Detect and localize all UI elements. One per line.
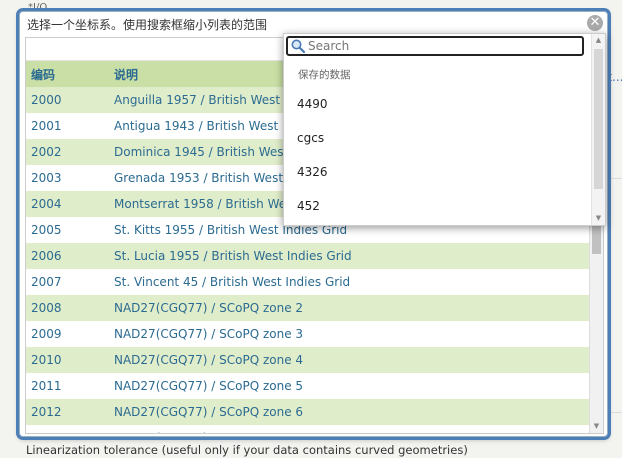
crs-code: 2006 — [31, 249, 62, 263]
crs-description: NAD27(CGQ77) / SCoPQ zone 2 — [114, 301, 304, 315]
table-row[interactable]: 2013NAD27(CGQ77) / SCoPQ zone 7 — [26, 425, 603, 433]
scrollbar-thumb[interactable] — [592, 226, 601, 254]
saved-data-section-label: 保存的数据 — [298, 69, 351, 81]
crs-code: 2013 — [26, 431, 110, 433]
crs-code: 2000 — [31, 93, 62, 107]
crs-description: NAD27(CGQ77) / SCoPQ zone 6 — [114, 405, 304, 419]
crs-code: 2002 — [31, 145, 62, 159]
table-row[interactable]: 2009 NAD27(CGQ77) / SCoPQ zone 3 — [26, 321, 603, 347]
search-icon — [290, 38, 306, 54]
table-row[interactable]: 2007 St. Vincent 45 / British West Indies… — [26, 269, 603, 295]
crs-description: NAD27(CGQ77) / SCoPQ zone 4 — [114, 353, 304, 367]
scrollbar-thumb[interactable] — [594, 49, 603, 189]
saved-crs-dropdown: 保存的数据 4490 cgcs 4326 452 ▲ ▼ — [283, 33, 606, 226]
scroll-down-arrow-icon[interactable]: ▼ — [590, 420, 603, 433]
table-row[interactable]: 2011 NAD27(CGQ77) / SCoPQ zone 5 — [26, 373, 603, 399]
crs-code: 2005 — [31, 223, 62, 237]
close-button[interactable]: ✕ — [587, 15, 603, 31]
crs-description: NAD27(CGQ77) / SCoPQ zone 3 — [114, 327, 304, 341]
saved-crs-option[interactable]: 452 — [297, 199, 320, 213]
table-row[interactable]: 2008 NAD27(CGQ77) / SCoPQ zone 2 — [26, 295, 603, 321]
crs-description: St. Vincent 45 / British West Indies Gri… — [114, 275, 351, 289]
crs-code: 2001 — [31, 119, 62, 133]
crs-code: 2004 — [31, 197, 62, 211]
table-row[interactable]: 2006 St. Lucia 1955 / British West Indies… — [26, 243, 603, 269]
crs-code: 2010 — [31, 353, 62, 367]
crs-code: 2011 — [31, 379, 62, 393]
table-row[interactable]: 2012 NAD27(CGQ77) / SCoPQ zone 6 — [26, 399, 603, 425]
column-header-code[interactable]: 编码 — [26, 66, 110, 83]
scroll-down-arrow-icon[interactable]: ▼ — [592, 212, 605, 225]
search-field[interactable] — [286, 36, 584, 56]
search-input[interactable] — [306, 39, 570, 53]
table-row[interactable]: 2010 NAD27(CGQ77) / SCoPQ zone 4 — [26, 347, 603, 373]
scroll-up-arrow-icon[interactable]: ▲ — [592, 34, 605, 47]
saved-crs-option[interactable]: 4490 — [297, 97, 328, 111]
crs-code: 2008 — [31, 301, 62, 315]
crs-code: 2009 — [31, 327, 62, 341]
dialog-title: 选择一个坐标系。使用搜索框缩小列表的范围 — [27, 18, 268, 32]
crs-code: 2012 — [31, 405, 62, 419]
crs-code: 2007 — [31, 275, 62, 289]
close-icon: ✕ — [589, 15, 601, 30]
dropdown-scrollbar[interactable]: ▲ ▼ — [591, 34, 605, 225]
crs-description: NAD27(CGQ77) / SCoPQ zone 5 — [114, 379, 304, 393]
saved-crs-option[interactable]: 4326 — [297, 165, 328, 179]
crs-description: St. Lucia 1955 / British West Indies Gri… — [114, 249, 352, 263]
crs-description: NAD27(CGQ77) / SCoPQ zone 7 — [110, 431, 603, 433]
saved-crs-option[interactable]: cgcs — [297, 131, 324, 145]
crs-code: 2003 — [31, 171, 62, 185]
linearization-tolerance-label: Linearization tolerance (useful only if … — [26, 443, 468, 457]
